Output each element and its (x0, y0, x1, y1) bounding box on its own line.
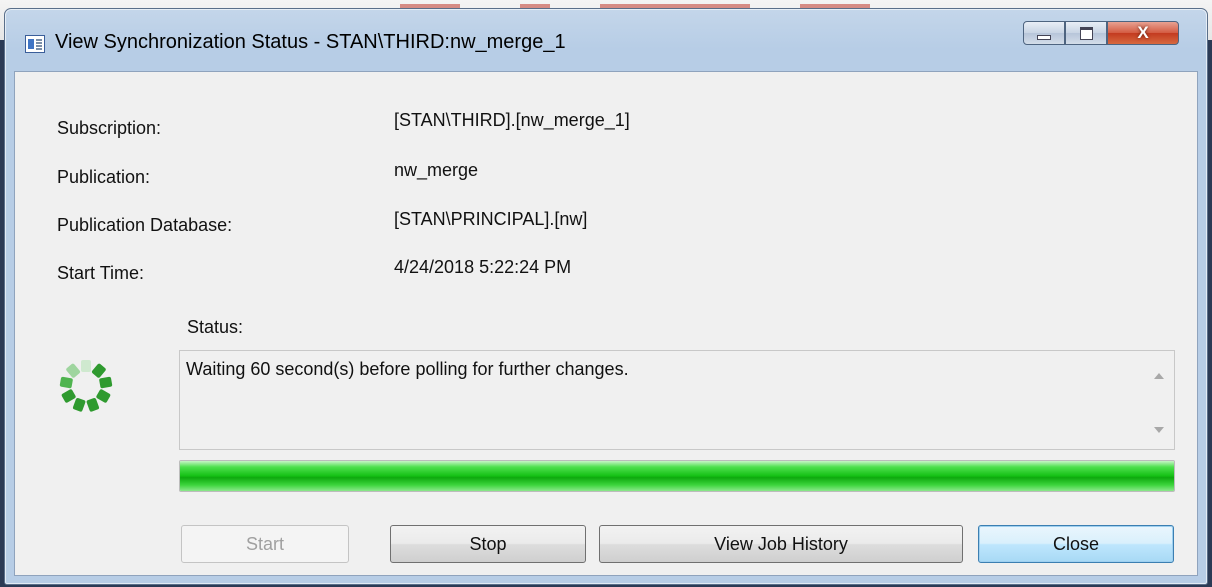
publication-value: nw_merge (394, 160, 479, 180)
start-time-value: 4/24/2018 5:22:24 PM (394, 257, 572, 277)
maximize-icon (1079, 26, 1093, 40)
publication-label: Publication: (57, 167, 151, 187)
progress-fill (180, 461, 1174, 491)
window-app-icon[interactable] (25, 35, 45, 53)
subscription-label: Subscription: (57, 118, 162, 138)
close-button[interactable]: Close (978, 525, 1174, 563)
start-time-label: Start Time: (57, 263, 145, 283)
progress-spinner-icon (59, 360, 113, 412)
title-bar[interactable]: View Synchronization Status - STAN\THIRD… (5, 9, 1207, 71)
scroll-up-icon[interactable] (1154, 373, 1164, 379)
minimize-icon (1037, 34, 1051, 40)
minimize-button[interactable] (1023, 21, 1065, 45)
window-title: View Synchronization Status - STAN\THIRD… (55, 31, 566, 53)
window-controls: X (1023, 21, 1179, 47)
status-label: Status: (187, 317, 244, 337)
maximize-button[interactable] (1065, 21, 1107, 45)
stop-button[interactable]: Stop (390, 525, 586, 563)
view-job-history-button[interactable]: View Job History (599, 525, 963, 563)
close-icon: X (1137, 23, 1149, 42)
status-message-box[interactable]: Waiting 60 second(s) before polling for … (179, 350, 1175, 450)
publication-database-label: Publication Database: (57, 215, 233, 235)
start-button[interactable]: Start (181, 525, 349, 563)
dialog-body: Subscription: [STAN\THIRD].[nw_merge_1] … (14, 71, 1198, 576)
status-message: Waiting 60 second(s) before polling for … (186, 359, 629, 379)
sync-progress-bar (179, 460, 1175, 492)
sync-status-window: View Synchronization Status - STAN\THIRD… (4, 8, 1208, 585)
subscription-value: [STAN\THIRD].[nw_merge_1] (394, 110, 630, 130)
close-window-button[interactable]: X (1107, 21, 1179, 45)
publication-database-value: [STAN\PRINCIPAL].[nw] (394, 209, 588, 229)
scroll-down-icon[interactable] (1154, 427, 1164, 433)
status-scrollbar[interactable] (1144, 351, 1174, 449)
